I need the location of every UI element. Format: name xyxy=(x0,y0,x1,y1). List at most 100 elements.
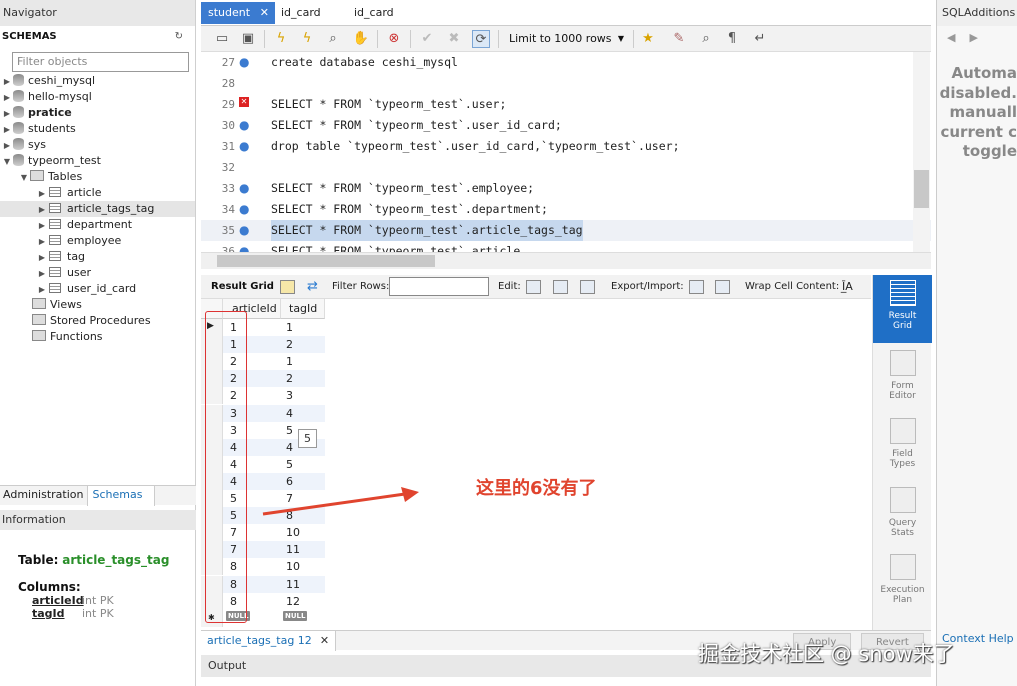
table-item[interactable]: ▶ employee xyxy=(0,233,195,249)
chevron-right-icon[interactable]: ▶ xyxy=(38,202,46,218)
close-icon[interactable]: ✕ xyxy=(260,2,269,24)
execute-current-icon[interactable]: ϟ xyxy=(298,30,316,48)
divider xyxy=(264,30,265,48)
schema-item[interactable]: ▼ typeorm_test xyxy=(0,153,195,169)
open-folder-icon[interactable]: ▭ xyxy=(213,30,231,48)
annotation-arrow xyxy=(262,487,419,516)
add-row-icon[interactable] xyxy=(553,280,568,294)
statement-marker-icon: ● xyxy=(239,181,250,195)
table-item[interactable]: ▶ department xyxy=(0,217,195,233)
form-editor-button[interactable]: Form Editor xyxy=(873,345,932,413)
execute-icon[interactable]: ϟ xyxy=(272,30,290,48)
table-item[interactable]: ▶ user_id_card xyxy=(0,281,195,297)
editor-vertical-scrollbar[interactable] xyxy=(913,52,930,252)
chevron-right-icon[interactable]: ▶ xyxy=(3,106,11,122)
code-line: 34 ● SELECT * FROM `typeorm_test`.departm… xyxy=(201,199,931,220)
invisible-chars-icon[interactable]: ¶ xyxy=(723,30,741,48)
table-item[interactable]: ▶ article_tags_tag xyxy=(0,201,195,217)
delete-row-icon[interactable] xyxy=(580,280,595,294)
chevron-right-icon[interactable]: ▶ xyxy=(38,218,46,234)
edit-row-icon[interactable] xyxy=(526,280,541,294)
back-icon[interactable]: ◀ xyxy=(947,31,955,44)
tab-id-card-2[interactable]: id_card xyxy=(347,2,394,24)
views-folder[interactable]: Views xyxy=(0,297,195,313)
table-item[interactable]: ▶ article xyxy=(0,185,195,201)
tab-student[interactable]: student ✕ xyxy=(201,2,275,24)
filter-rows-input[interactable] xyxy=(389,277,489,296)
add-snippet-icon[interactable]: ★ xyxy=(639,30,657,48)
grid-icon[interactable] xyxy=(280,280,295,294)
query-stats-button[interactable]: Query Stats xyxy=(873,482,932,550)
schema-item[interactable]: ▶ sys xyxy=(0,137,195,153)
result-grid[interactable]: articleId tagId ▶ 1 1 1 2 2 1 2 2 2 3 3 … xyxy=(201,299,871,629)
schema-item[interactable]: ▶ ceshi_mysql xyxy=(0,73,195,89)
chevron-down-icon[interactable]: ▼ xyxy=(20,170,28,186)
cell-tooltip: 5 xyxy=(298,429,317,448)
scrollbar-thumb[interactable] xyxy=(217,255,435,267)
chevron-right-icon[interactable]: ▶ xyxy=(38,250,46,266)
schema-item[interactable]: ▶ students xyxy=(0,121,195,137)
chevron-right-icon[interactable]: ▶ xyxy=(38,234,46,250)
limit-rows-select[interactable]: Limit to 1000 rows ▼ xyxy=(504,29,628,49)
scrollbar-thumb[interactable] xyxy=(914,170,929,208)
commit-icon[interactable]: ✔ xyxy=(418,30,436,48)
word-wrap-icon[interactable]: ↵ xyxy=(751,30,769,48)
chevron-right-icon[interactable]: ▶ xyxy=(3,74,11,90)
schema-item[interactable]: ▶ hello-mysql xyxy=(0,89,195,105)
info-table-label: Table: xyxy=(18,553,59,567)
result-grid-button[interactable]: Result Grid xyxy=(873,275,932,343)
autocommit-icon[interactable]: ⟳ xyxy=(472,30,490,48)
stop-icon[interactable]: ✋ xyxy=(352,30,370,48)
table-icon xyxy=(49,187,61,197)
views-folder-icon xyxy=(32,298,46,309)
chevron-right-icon[interactable]: ▶ xyxy=(38,186,46,202)
nav-arrows: ◀ ▶ xyxy=(937,26,1017,50)
explain-icon[interactable]: ⌕ xyxy=(324,30,342,48)
code-line: 35 ● SELECT * FROM `typeorm_test`.article… xyxy=(201,220,931,241)
field-types-button[interactable]: Field Types xyxy=(873,413,932,481)
schema-tree: ▶ ceshi_mysql ▶ hello-mysql ▶ pratice ▶ stud… xyxy=(0,73,195,345)
annotation-text: 这里的6没有了 xyxy=(476,478,597,499)
wrap-cell-label: Wrap Cell Content: xyxy=(745,281,840,292)
column-header-tagid[interactable]: tagId xyxy=(281,299,325,319)
save-icon[interactable]: ▣ xyxy=(239,30,257,48)
chevron-down-icon[interactable]: ▼ xyxy=(3,154,11,170)
editor-horizontal-scrollbar[interactable] xyxy=(201,252,931,269)
refresh-icon[interactable]: ↻ xyxy=(175,26,183,48)
tab-schemas[interactable]: Schemas xyxy=(86,486,156,506)
chevron-right-icon[interactable]: ▶ xyxy=(3,138,11,154)
filter-objects-input[interactable]: Filter objects xyxy=(12,52,189,72)
tab-id-card[interactable]: id_card xyxy=(274,2,321,24)
schema-item[interactable]: ▶ pratice xyxy=(0,105,195,121)
forward-icon[interactable]: ▶ xyxy=(969,31,977,44)
tab-result-article-tags-tag[interactable]: article_tags_tag 12 ✕ xyxy=(201,631,337,651)
close-icon[interactable]: ✕ xyxy=(320,634,329,647)
wrap-icon[interactable]: Ī̲A xyxy=(842,275,853,299)
sql-editor[interactable]: 27 ● create database ceshi_mysql 28 29 ✕ S… xyxy=(201,52,931,252)
tables-folder[interactable]: ▼ Tables xyxy=(0,169,195,185)
navigator-title: Navigator xyxy=(0,0,195,26)
chevron-right-icon[interactable]: ▶ xyxy=(3,90,11,106)
stored-procedures-folder[interactable]: Stored Procedures xyxy=(0,313,195,329)
table-item[interactable]: ▶ tag xyxy=(0,249,195,265)
info-table-name: article_tags_tag xyxy=(62,553,170,567)
execution-plan-button[interactable]: Execution Plan xyxy=(873,549,932,617)
find-icon[interactable]: ⌕ xyxy=(697,30,715,48)
functions-folder[interactable]: Functions xyxy=(0,329,195,345)
table-icon xyxy=(49,251,61,261)
chevron-right-icon[interactable]: ▶ xyxy=(38,266,46,282)
database-icon xyxy=(13,74,24,86)
beautify-icon[interactable]: ✎ xyxy=(670,30,688,48)
import-icon[interactable] xyxy=(715,280,730,294)
tab-administration[interactable]: Administration xyxy=(0,486,87,506)
export-icon[interactable] xyxy=(689,280,704,294)
chevron-right-icon[interactable]: ▶ xyxy=(38,282,46,298)
result-grid-label[interactable]: Result Grid xyxy=(211,275,274,299)
rollback-icon[interactable]: ✖ xyxy=(445,30,463,48)
table-item[interactable]: ▶ user xyxy=(0,265,195,281)
database-icon xyxy=(13,122,24,134)
refresh-icon[interactable]: ⇄ xyxy=(307,275,318,299)
schemas-label: SCHEMAS xyxy=(2,31,57,42)
toggle-error-icon[interactable]: ⊗ xyxy=(385,30,403,48)
chevron-right-icon[interactable]: ▶ xyxy=(3,122,11,138)
